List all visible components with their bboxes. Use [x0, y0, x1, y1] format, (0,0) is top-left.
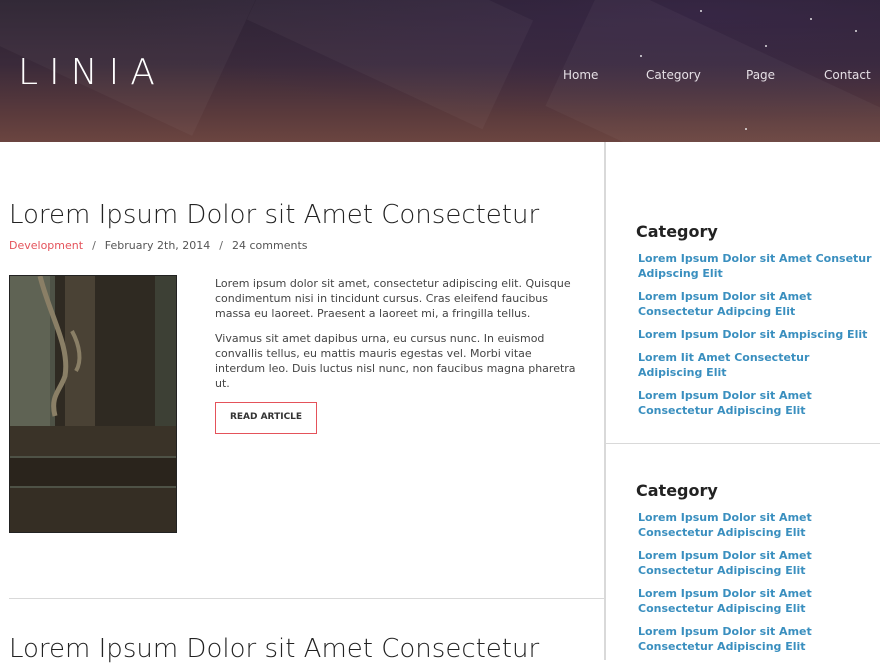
- category-link[interactable]: Lorem Ipsum Dolor sit Amet Consectetur A…: [638, 289, 876, 319]
- category-link[interactable]: Lorem Ipsum Dolor sit Amet Consetur Adip…: [638, 251, 876, 281]
- star-decoration: [745, 128, 747, 130]
- category-link[interactable]: Lorem Ipsum Dolor sit Amet Consectetur A…: [638, 510, 876, 540]
- post-comments-link[interactable]: 24 comments: [232, 239, 308, 252]
- sidebar: Category Lorem Ipsum Dolor sit Amet Cons…: [604, 142, 880, 660]
- meta-separator: /: [219, 239, 224, 252]
- post-category-link[interactable]: Development: [9, 239, 83, 252]
- widget-title: Category: [636, 222, 718, 241]
- post-excerpt-paragraph: Vivamus sit amet dapibus urna, eu cursus…: [215, 332, 576, 390]
- widget-divider: [606, 443, 880, 444]
- site-header: LINIA Home Category Page Contact: [0, 0, 880, 142]
- post-excerpt-paragraph: Lorem ipsum dolor sit amet, consectetur …: [215, 277, 571, 320]
- star-decoration: [810, 18, 812, 20]
- nav-category[interactable]: Category: [646, 68, 701, 82]
- widget-title: Category: [636, 481, 718, 500]
- category-link[interactable]: Lorem Ipsum Dolor sit Amet Consectetur A…: [638, 388, 876, 418]
- star-decoration: [855, 30, 857, 32]
- category-widget: Category Lorem Ipsum Dolor sit Amet Cons…: [636, 222, 876, 426]
- post-meta: Development / February 2th, 2014 / 24 commen…: [9, 239, 308, 252]
- post-thumbnail-image: [10, 276, 176, 532]
- nav-page[interactable]: Page: [746, 68, 775, 82]
- post-divider: [9, 598, 604, 599]
- category-list: Lorem Ipsum Dolor sit Amet Consectetur A…: [636, 510, 876, 654]
- meta-separator: /: [92, 239, 96, 252]
- header-background-facet: [247, 0, 533, 129]
- category-link[interactable]: Lorem Ipsum Dolor sit Amet Consectetur A…: [638, 624, 876, 654]
- category-link[interactable]: Lorem Ipsum Dolor sit Ampiscing Elit: [638, 327, 876, 342]
- star-decoration: [640, 55, 642, 57]
- post-thumbnail[interactable]: [9, 275, 177, 533]
- category-link[interactable]: Lorem Iit Amet Consectetur Adipiscing El…: [638, 350, 876, 380]
- category-list: Lorem Ipsum Dolor sit Amet Consetur Adip…: [636, 251, 876, 418]
- read-article-button[interactable]: READ ARTICLE: [215, 402, 317, 434]
- nav-contact[interactable]: Contact: [824, 68, 871, 82]
- post-title[interactable]: Lorem Ipsum Dolor sit Amet Consectetur: [9, 200, 539, 230]
- category-link[interactable]: Lorem Ipsum Dolor sit Amet Consectetur A…: [638, 548, 876, 578]
- main-nav: Home Category Page Contact: [0, 68, 880, 88]
- star-decoration: [700, 10, 702, 12]
- category-link[interactable]: Lorem Ipsum Dolor sit Amet Consectetur A…: [638, 586, 876, 616]
- main-content: Lorem Ipsum Dolor sit Amet Consectetur D…: [0, 142, 604, 664]
- star-decoration: [765, 45, 767, 47]
- nav-home[interactable]: Home: [563, 68, 598, 82]
- post-date: February 2th, 2014: [104, 239, 211, 252]
- category-widget: Category Lorem Ipsum Dolor sit Amet Cons…: [636, 481, 876, 662]
